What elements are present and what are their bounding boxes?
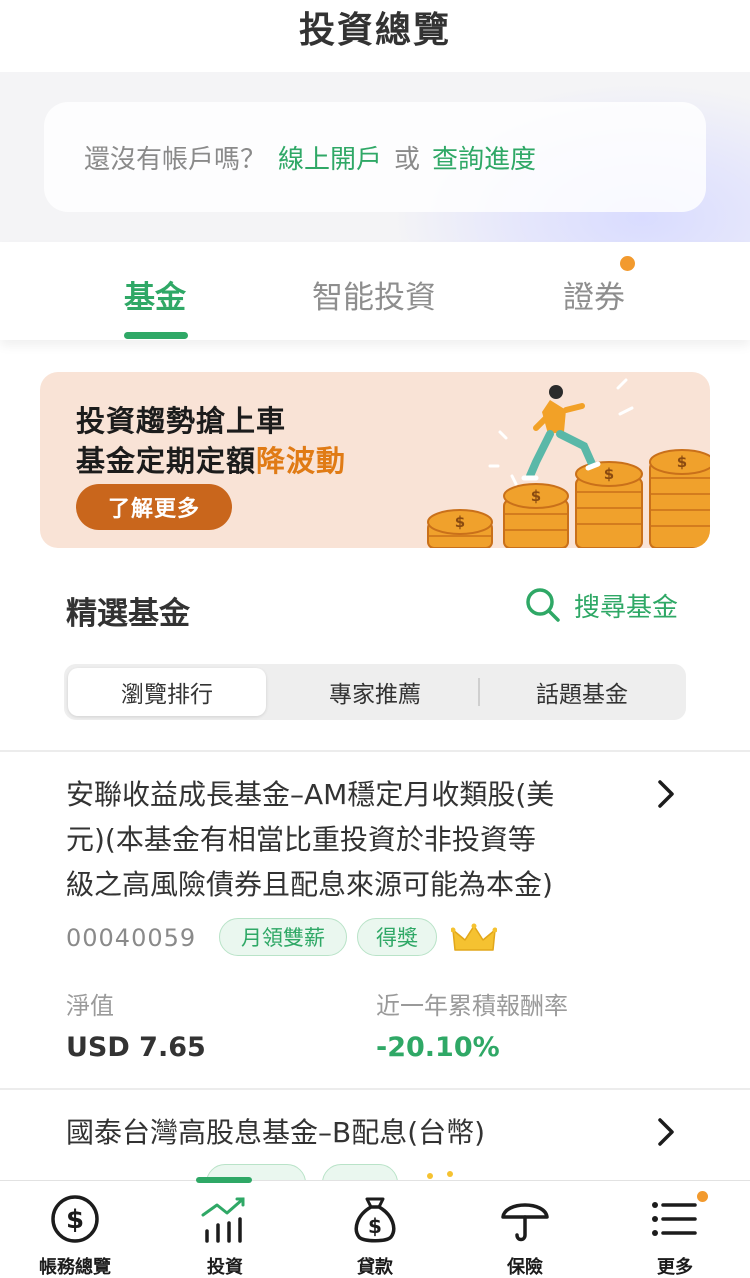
menu-list-icon	[652, 1202, 697, 1236]
segment-expert-picks[interactable]: 專家推薦	[274, 668, 476, 716]
umbrella-icon	[501, 1203, 549, 1242]
svg-text:$: $	[604, 465, 614, 483]
nav-label: 淨值	[66, 992, 114, 1020]
money-bag-icon: $	[354, 1197, 396, 1243]
svg-text:$: $	[677, 453, 687, 471]
svg-text:$: $	[531, 487, 541, 505]
section-title: 精選基金	[66, 596, 190, 632]
active-tab-indicator	[124, 332, 188, 339]
divider	[0, 750, 750, 752]
segment-browse-ranking[interactable]: 瀏覽排行	[68, 668, 266, 716]
banner-highlight: 降波動	[256, 444, 347, 478]
nav-value: USD 7.65	[66, 1032, 206, 1063]
notification-dot	[697, 1191, 708, 1202]
nav-account-overview[interactable]: $ 帳務總覽	[0, 1181, 150, 1278]
notification-dot	[620, 256, 635, 271]
learn-more-button[interactable]: 了解更多	[76, 484, 232, 530]
account-question: 還沒有帳戶嗎？	[84, 144, 267, 175]
segment-hot-topics[interactable]: 話題基金	[482, 668, 682, 716]
tab-securities[interactable]: 證券	[563, 272, 625, 317]
fund-category-segment: 瀏覽排行 專家推薦 話題基金	[64, 664, 686, 720]
tag-badge: 月領雙薪	[219, 918, 347, 956]
promo-banner[interactable]: 投資趨勢搶上車 基金定期定額降波動 了解更多 $ $ $ $	[40, 372, 710, 548]
nav-label: 保險	[507, 1257, 543, 1278]
return-label: 近一年累積報酬率	[376, 992, 568, 1020]
dollar-circle-icon: $	[51, 1195, 99, 1243]
open-account-link[interactable]: 線上開戶	[278, 139, 382, 176]
coin-stack-illustration: $ $ $ $	[427, 378, 710, 548]
product-tabs: 基金 智能投資 證券	[0, 242, 750, 340]
chevron-right-icon	[658, 780, 674, 808]
or-text: 或	[394, 144, 421, 175]
segment-divider	[478, 678, 480, 706]
fund-name: 國泰台灣高股息基金–B配息(台幣)	[66, 1116, 486, 1149]
divider	[0, 1088, 750, 1090]
page-title: 投資總覽	[298, 10, 451, 51]
chart-bars-icon	[201, 1197, 245, 1243]
banner-subheadline: 基金定期定額降波動	[76, 444, 347, 478]
return-value: -20.10%	[376, 1032, 500, 1063]
search-fund-button[interactable]: 搜尋基金	[524, 586, 678, 624]
app-header: 投資總覽	[0, 0, 750, 72]
search-fund-label: 搜尋基金	[574, 592, 679, 623]
svg-text:$: $	[66, 1205, 84, 1235]
crown-icon	[451, 923, 497, 951]
tab-robo-advisor[interactable]: 智能投資	[312, 272, 436, 317]
nav-label: 帳務總覽	[39, 1257, 111, 1278]
svg-text:$: $	[455, 513, 465, 531]
account-prompt-card: 還沒有帳戶嗎？ 線上開戶 或 查詢進度	[44, 102, 706, 212]
nav-loans[interactable]: $ 貸款	[300, 1181, 450, 1278]
nav-label: 投資	[207, 1257, 243, 1278]
fund-code: 00040059	[66, 924, 197, 952]
chevron-right-icon	[658, 1118, 674, 1146]
nav-label: 更多	[657, 1257, 693, 1278]
search-icon	[526, 588, 560, 622]
tag-badge: 得獎	[357, 918, 437, 956]
check-progress-link[interactable]: 查詢進度	[432, 139, 536, 176]
tab-funds[interactable]: 基金	[124, 272, 186, 317]
banner-headline: 投資趨勢搶上車	[76, 404, 287, 438]
fund-name: 安聯收益成長基金–AM穩定月收類股(美 元)(本基金有相當比重投資於非投資等 級…	[66, 778, 555, 901]
nav-label: 貸款	[357, 1257, 393, 1278]
nav-investment[interactable]: 投資	[150, 1181, 300, 1278]
account-prompt-section: 還沒有帳戶嗎？ 線上開戶 或 查詢進度	[0, 72, 750, 242]
svg-text:$: $	[368, 1214, 382, 1238]
nav-insurance[interactable]: 保險	[450, 1181, 600, 1278]
bottom-navigation: $ 帳務總覽 投資 $ 貸款 保險 更多	[0, 1177, 750, 1278]
nav-more[interactable]: 更多	[600, 1181, 750, 1278]
